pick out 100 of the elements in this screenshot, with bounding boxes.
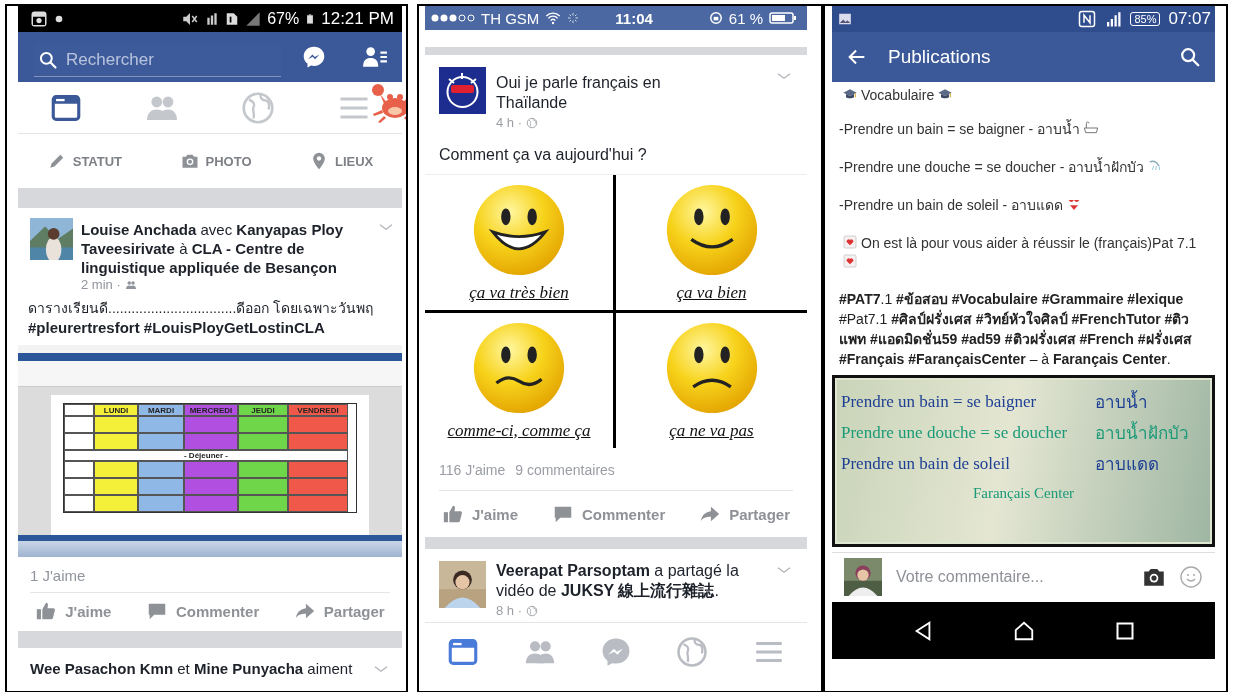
post-text: -Prendre un bain de soleil - อาบแดด	[839, 197, 1063, 213]
comment-count[interactable]: 9 commentaires	[515, 462, 615, 478]
photo-button[interactable]: PHOTO	[173, 134, 258, 188]
table-cell	[288, 416, 348, 433]
status-dot-icon	[54, 14, 64, 24]
thumbs-up-icon	[35, 600, 58, 622]
mood-caption: ça va bien	[676, 282, 747, 303]
activity-text: Wee Pasachon Kmn et Mine Punyacha aiment	[30, 660, 353, 677]
table-cell	[184, 416, 238, 433]
post-text: -Prendre une douche = se doucher - อาบน้ำฝักบัว	[839, 159, 1145, 175]
share-button[interactable]: Partager	[287, 596, 391, 626]
battery-level: 85%	[1130, 12, 1161, 26]
friends-icon	[124, 279, 137, 291]
table-cell	[184, 433, 238, 450]
table-cell	[184, 495, 238, 512]
status-button[interactable]: STATUT	[40, 134, 129, 188]
mood-caption: ça va très bien	[469, 282, 569, 303]
table-cell	[64, 416, 94, 433]
board-text: อาบน้ำ	[1094, 388, 1206, 415]
table-cell	[64, 495, 94, 512]
table-cell	[288, 478, 348, 495]
friend-requests-icon[interactable]	[362, 44, 388, 70]
post-header-text: Veerapat Parsoptam a partagé la vidéo de JUKSY 線上流行雜誌.	[496, 561, 740, 601]
table-cell	[288, 495, 348, 512]
globe-icon[interactable]	[240, 89, 276, 126]
page-logo-icon	[439, 67, 486, 114]
sad-face-icon	[664, 320, 759, 415]
smiley-icon[interactable]	[1179, 564, 1203, 589]
post-text: Comment ça va aujourd'hui ?	[438, 145, 648, 165]
like-button[interactable]: J'aime	[29, 596, 118, 626]
table-cell	[64, 461, 94, 478]
table-cell	[138, 433, 184, 450]
board-text: Prendre un bain = se baigner	[841, 391, 1038, 412]
board-text: อาบน้ำฝักบัว	[1094, 419, 1206, 446]
mood-caption: comme-ci, comme ça	[447, 420, 591, 441]
places-button[interactable]: LIEUX	[302, 134, 380, 188]
like-button[interactable]: J'aime	[435, 499, 525, 529]
table-cell	[184, 478, 238, 495]
battery-level: 61 %	[728, 9, 763, 27]
signal-icon	[245, 11, 262, 27]
page-name[interactable]: Oui je parle français en Thaïlande	[496, 73, 726, 113]
post-text: Vocabulaire	[861, 87, 935, 103]
share-button[interactable]: Partager	[693, 499, 797, 529]
table-cell	[138, 495, 184, 512]
battery-icon	[769, 11, 797, 25]
table-cell	[94, 495, 138, 512]
day-header: VENDREDI	[288, 404, 348, 416]
comment-button[interactable]: Commenter	[545, 499, 672, 529]
comment-field[interactable]: Votre commentaire...	[894, 566, 1094, 587]
post-text: On est là pour vous aider à réussir le (français)Pat 7.1	[861, 235, 1197, 251]
board-text: Prendre un bain de soleil	[841, 453, 1011, 474]
globe-icon[interactable]	[675, 634, 710, 669]
smile-face-icon	[664, 182, 759, 277]
board-text: Prendre une douche = se doucher	[841, 422, 1069, 443]
table-cell	[288, 433, 348, 450]
post-time: 2 min ·	[81, 277, 121, 293]
search-icon	[38, 49, 58, 70]
table-cell	[238, 495, 288, 512]
table-cell	[64, 404, 94, 416]
post-text: ดารางเรียนดี.................................ดีออก โดยเฉพาะวันพฤ	[27, 299, 375, 318]
day-header: MARDI	[138, 404, 184, 416]
post-time: 8 h ·	[496, 603, 522, 618]
battery-level: 67%	[267, 10, 300, 28]
wifi-icon	[545, 10, 562, 26]
hashtags: #pleurertresfort #LouisPloyGetLostinCLA	[27, 318, 326, 337]
home-icon[interactable]	[1013, 619, 1036, 642]
meh-face-icon	[472, 320, 566, 415]
board-signature: Farançais Center	[972, 485, 1075, 501]
search-icon[interactable]	[1179, 46, 1201, 68]
search-input[interactable]: Rechercher	[66, 43, 281, 76]
table-cell	[94, 416, 138, 433]
chat-bubble-icon[interactable]	[301, 44, 327, 70]
day-header: MERCREDI	[184, 404, 238, 416]
table-cell	[288, 461, 348, 478]
like-count[interactable]: 116 J'aime	[439, 462, 506, 478]
loading-icon	[567, 12, 580, 24]
network-icon	[205, 10, 220, 28]
table-cell	[238, 416, 288, 433]
board-text: อาบแดด	[1094, 454, 1160, 476]
table-cell	[94, 433, 138, 450]
table-cell	[238, 478, 288, 495]
page-title: Publications	[888, 46, 991, 68]
clock-time: 11:04	[615, 9, 653, 27]
camera-app-icon	[30, 10, 48, 28]
recent-apps-icon[interactable]	[1115, 620, 1136, 641]
signal-dots-icon	[431, 13, 475, 23]
table-cell	[138, 478, 184, 495]
sim-card-icon	[225, 10, 240, 28]
mood-caption: ça ne va pas	[669, 420, 754, 441]
hashtags: #PAT7.1 #ข้อสอบ #Vocabulaire #Grammaire #lexique #Pat7.1 #ศิลป์ฝรั่งเศส #วิทย์หัวใจศิลป์ #FrenchTutor #ติวแพท #แอดมิดชั่น59 #ad59 #ติวฝรั่งเศส #French #ฝรั่งเศส #Français #FarançaisCenter – à Farançais Center.	[839, 290, 1193, 369]
table-cell	[238, 433, 288, 450]
comment-button[interactable]: Commenter	[139, 596, 266, 626]
post-time: 4 h ·	[496, 115, 522, 130]
table-cell	[64, 433, 94, 450]
post-header-text: Louise Anchada avec Kanyapas Ploy Taveesirivate à CLA - Centre de linguistique appliquée de Besançon	[81, 220, 345, 277]
like-count: 1 J'aime	[30, 567, 86, 584]
table-cell	[184, 461, 238, 478]
day-header: JEUDI	[238, 404, 288, 416]
clock-time: 07:07	[1168, 9, 1211, 29]
table-cell	[138, 461, 184, 478]
